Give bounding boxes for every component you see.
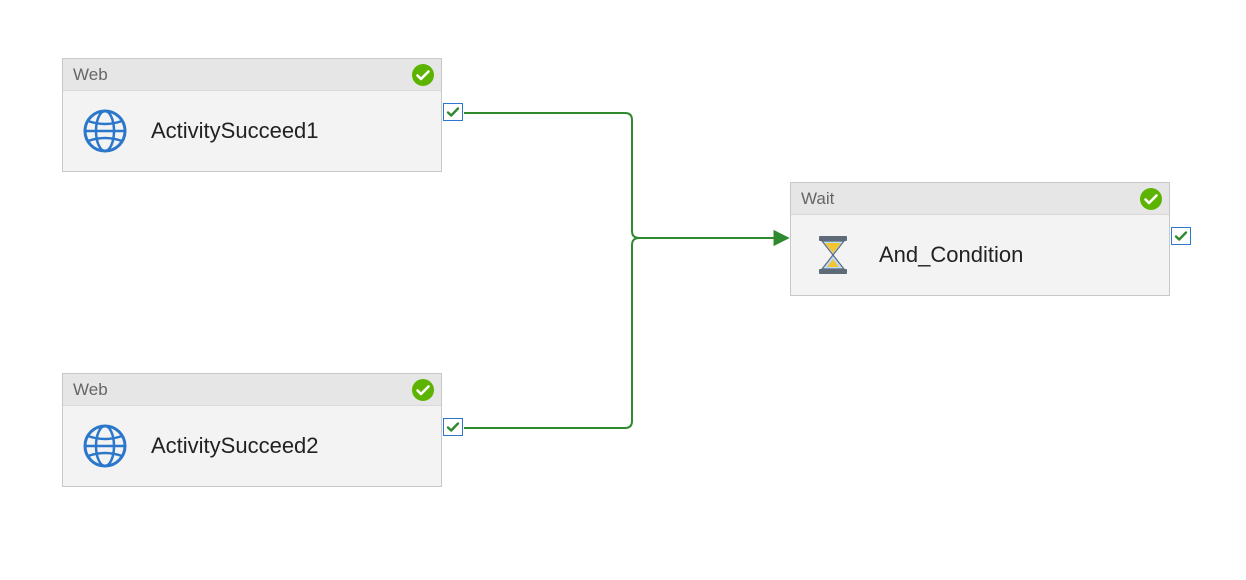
node-header: Wait	[791, 183, 1169, 215]
node-body: ActivitySucceed2	[63, 406, 441, 486]
activity-node-and-condition[interactable]: Wait	[790, 182, 1170, 296]
node-type-label: Web	[73, 65, 108, 85]
check-icon	[446, 421, 460, 433]
output-port-success[interactable]	[443, 103, 463, 121]
status-success-icon	[1139, 187, 1163, 216]
globe-icon	[83, 424, 127, 468]
check-icon	[446, 106, 460, 118]
node-body: ActivitySucceed1	[63, 91, 441, 171]
node-name: ActivitySucceed1	[151, 118, 319, 144]
node-header: Web	[63, 59, 441, 91]
status-success-icon	[411, 378, 435, 407]
output-port-success[interactable]	[443, 418, 463, 436]
activity-node-activitysucceed2[interactable]: Web ActivitySucceed2	[62, 373, 442, 487]
hourglass-icon	[811, 233, 855, 277]
node-name: ActivitySucceed2	[151, 433, 319, 459]
node-type-label: Wait	[801, 189, 834, 209]
globe-icon	[83, 109, 127, 153]
status-success-icon	[411, 63, 435, 92]
check-icon	[1174, 230, 1188, 242]
node-type-label: Web	[73, 380, 108, 400]
node-body: And_Condition	[791, 215, 1169, 295]
output-port-success[interactable]	[1171, 227, 1191, 245]
pipeline-canvas[interactable]: Web ActivitySucceed1	[0, 0, 1246, 580]
node-header: Web	[63, 374, 441, 406]
connector-activity1-to-wait	[464, 113, 788, 238]
activity-node-activitysucceed1[interactable]: Web ActivitySucceed1	[62, 58, 442, 172]
connector-activity2-to-wait	[464, 238, 788, 428]
node-name: And_Condition	[879, 242, 1023, 268]
